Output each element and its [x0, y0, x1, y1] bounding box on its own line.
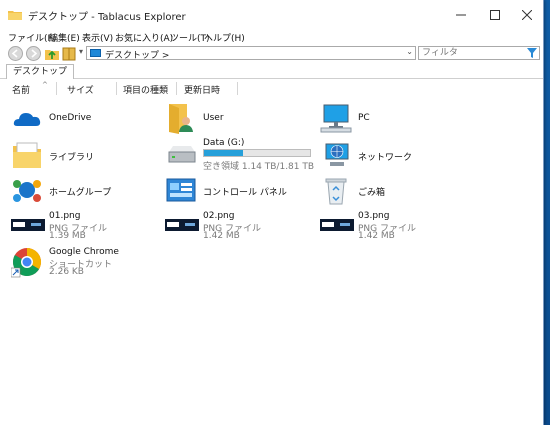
- filter-input[interactable]: [419, 47, 522, 58]
- column-divider[interactable]: [237, 82, 238, 95]
- column-divider[interactable]: [176, 82, 177, 95]
- close-button[interactable]: [510, 0, 544, 30]
- drive-usage-bar: [203, 149, 311, 157]
- forward-arrow-icon: [31, 49, 38, 58]
- chrome-icon: [11, 248, 41, 278]
- list-item[interactable]: ライブラリ: [11, 140, 151, 174]
- explorer-window: デスクトップ - Tablacus Explorer ファイル(F) 編集(E)…: [0, 0, 544, 425]
- minimize-icon: [456, 14, 466, 16]
- item-name: 02.png: [203, 211, 235, 221]
- list-item[interactable]: OneDrive: [11, 104, 151, 138]
- list-item[interactable]: User: [165, 102, 305, 136]
- forward-button[interactable]: [26, 46, 41, 61]
- column-name[interactable]: 名前 ^: [12, 81, 48, 96]
- item-name: PC: [358, 113, 370, 123]
- image-thumbnail: [320, 219, 354, 231]
- minimize-button[interactable]: [444, 0, 478, 30]
- chevron-down-icon[interactable]: ⌄: [406, 47, 413, 56]
- item-name: 01.png: [49, 211, 81, 221]
- menu-help[interactable]: ヘルプ(H): [204, 31, 245, 44]
- column-type[interactable]: 項目の種類: [123, 83, 168, 96]
- item-size: 1.42 MB: [203, 231, 240, 241]
- item-size: 1.42 MB: [358, 231, 395, 241]
- address-path[interactable]: デスクトップ >: [105, 48, 169, 61]
- tab-bar: デスクトップ: [0, 64, 543, 79]
- item-name: 03.png: [358, 211, 390, 221]
- maximize-button[interactable]: [478, 0, 512, 30]
- drive-usage-fill: [204, 150, 244, 156]
- homegroup-icon: [13, 180, 41, 202]
- list-item[interactable]: Google Chrome ショートカット 2.26 KB: [11, 246, 161, 280]
- drive-free-space: 空き領域 1.14 TB/1.81 TB: [203, 162, 315, 172]
- item-name: Google Chrome: [49, 247, 119, 257]
- up-folder-icon[interactable]: [44, 46, 60, 61]
- column-divider[interactable]: [116, 82, 117, 95]
- column-name-label: 名前: [12, 86, 31, 96]
- history-dropdown-icon[interactable]: ▾: [79, 47, 83, 56]
- onedrive-icon: [13, 113, 41, 126]
- window-title: デスクトップ - Tablacus Explorer: [28, 12, 186, 23]
- toolbar: ▾ デスクトップ > ⌄: [0, 45, 543, 63]
- list-item[interactable]: Data (G:) 空き領域 1.14 TB/1.81 TB: [165, 136, 325, 172]
- recycle-bin-icon: [325, 178, 347, 205]
- list-item[interactable]: ホームグループ: [11, 176, 151, 210]
- item-name: User: [203, 113, 224, 123]
- folder-tree-icon[interactable]: [62, 46, 76, 61]
- item-name: OneDrive: [49, 113, 92, 123]
- list-item[interactable]: ごみ箱: [320, 176, 460, 210]
- menu-favorites[interactable]: お気に入り(A): [115, 31, 173, 44]
- maximize-icon: [490, 10, 500, 20]
- item-size: 2.26 KB: [49, 267, 84, 277]
- filter-box[interactable]: [418, 46, 540, 60]
- column-size[interactable]: サイズ: [67, 83, 94, 96]
- image-thumbnail: [11, 219, 45, 231]
- list-item[interactable]: 01.png PNG ファイル 1.39 MB: [11, 210, 161, 244]
- menu-edit[interactable]: 編集(E): [49, 31, 80, 44]
- network-icon: [325, 143, 349, 166]
- pc-icon: [320, 104, 352, 133]
- filter-icon[interactable]: [527, 48, 537, 58]
- list-item[interactable]: ネットワーク: [320, 140, 460, 174]
- address-bar[interactable]: デスクトップ > ⌄: [86, 46, 416, 61]
- item-name: コントロール パネル: [203, 188, 287, 198]
- item-name: ごみ箱: [358, 188, 386, 198]
- column-modified[interactable]: 更新日時: [184, 83, 220, 96]
- close-icon: [522, 10, 532, 20]
- menu-view[interactable]: 表示(V): [82, 31, 113, 44]
- file-view: OneDrive User PC ライブラリ Data (G:) 空き領域 1.…: [0, 98, 543, 425]
- item-name: ホームグループ: [49, 188, 112, 198]
- title-bar: デスクトップ - Tablacus Explorer: [0, 0, 543, 30]
- list-item[interactable]: 03.png PNG ファイル 1.42 MB: [320, 210, 470, 244]
- item-size: 1.39 MB: [49, 231, 86, 241]
- image-thumbnail: [165, 219, 199, 231]
- menu-bar: ファイル(F) 編集(E) 表示(V) お気に入り(A) ツール(T) ヘルプ(…: [0, 30, 543, 44]
- drive-icon: [168, 146, 196, 163]
- item-name: Data (G:): [203, 138, 245, 148]
- list-item[interactable]: PC: [320, 102, 460, 136]
- column-divider[interactable]: [56, 82, 57, 95]
- library-icon: [13, 142, 41, 168]
- column-header: 名前 ^ サイズ 項目の種類 更新日時: [0, 80, 543, 96]
- list-item[interactable]: コントロール パネル: [165, 176, 325, 210]
- item-name: ライブラリ: [49, 153, 95, 163]
- item-name: ネットワーク: [358, 153, 413, 163]
- control-panel-icon: [166, 178, 196, 202]
- folder-app-icon: [8, 11, 22, 20]
- user-folder-icon: [169, 104, 193, 134]
- desktop-icon: [90, 49, 101, 57]
- sort-arrow-icon: ^: [42, 81, 48, 89]
- back-arrow-icon: [11, 49, 18, 58]
- tab-desktop[interactable]: デスクトップ: [6, 64, 75, 79]
- scrollbar[interactable]: [537, 80, 543, 425]
- back-button[interactable]: [8, 46, 23, 61]
- list-item[interactable]: 02.png PNG ファイル 1.42 MB: [165, 210, 315, 244]
